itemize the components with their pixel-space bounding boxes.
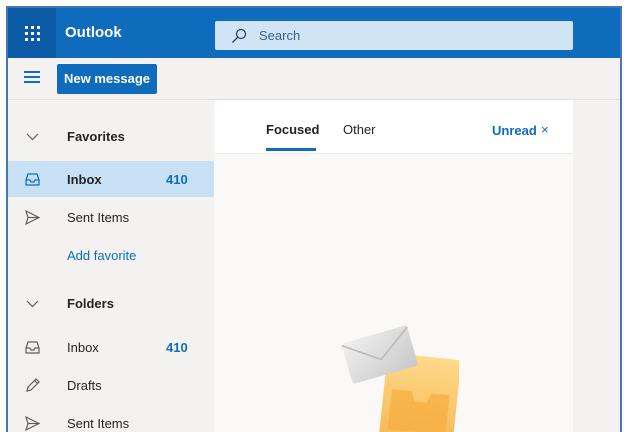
search-box[interactable]: Search [215, 21, 573, 50]
inbox-icon [25, 173, 40, 186]
send-icon [25, 209, 41, 226]
top-bar: Outlook Search [8, 8, 620, 58]
new-message-button[interactable]: New message [57, 64, 157, 94]
sidebar-item-label: Inbox [67, 171, 102, 187]
folders-label: Folders [67, 295, 114, 311]
active-tab-indicator [266, 148, 316, 151]
waffle-icon [24, 25, 40, 41]
chevron-down-icon [26, 133, 39, 141]
sidebar-item-folders-inbox[interactable]: Inbox 410 [8, 329, 214, 365]
sidebar-item-label: Drafts [67, 377, 102, 393]
reading-pane [573, 100, 620, 432]
search-input[interactable]: Search [259, 28, 300, 43]
sidebar-item-folders-sent[interactable]: Sent Items [8, 405, 214, 432]
tab-focused[interactable]: Focused [266, 122, 319, 137]
pencil-icon [26, 378, 40, 392]
chevron-down-icon [26, 300, 39, 308]
unread-filter-button[interactable]: Unread [492, 123, 537, 138]
sidebar-item-label: Inbox [67, 339, 99, 355]
message-list-header: Focused Other Unread × [215, 100, 573, 154]
message-list: Focused Other Unread × [215, 100, 573, 432]
unread-count-badge: 410 [166, 339, 188, 355]
sidebar-item-label: Sent Items [67, 415, 130, 431]
inbox-icon [25, 341, 40, 354]
add-favorite-label: Add favorite [67, 247, 137, 263]
sidebar-item-label: Sent Items [67, 209, 130, 225]
send-icon [25, 415, 41, 432]
sidebar-item-folders-drafts[interactable]: Drafts [8, 367, 214, 403]
app-launcher-button[interactable] [8, 8, 56, 58]
favorites-section-header[interactable]: Favorites [8, 118, 214, 154]
sidebar-item-favorites-sent[interactable]: Sent Items [8, 199, 214, 235]
outlook-window: Outlook Search New message Favorites Inb… [6, 6, 622, 432]
favorites-label: Favorites [67, 128, 125, 144]
folder-pane: Favorites Inbox 410 Sent Items Add favor… [8, 100, 214, 432]
folders-section-header[interactable]: Folders [8, 285, 214, 321]
sidebar-item-favorites-inbox[interactable]: Inbox 410 [8, 161, 214, 197]
hamburger-menu-icon[interactable] [24, 71, 42, 87]
empty-mail-illustration [341, 325, 459, 432]
close-icon[interactable]: × [541, 122, 549, 137]
search-icon [232, 28, 247, 43]
unread-count-badge: 410 [166, 171, 188, 187]
command-bar: New message [8, 58, 620, 100]
tab-other[interactable]: Other [343, 122, 376, 137]
add-favorite-link[interactable]: Add favorite [8, 237, 214, 273]
app-title[interactable]: Outlook [65, 8, 122, 58]
